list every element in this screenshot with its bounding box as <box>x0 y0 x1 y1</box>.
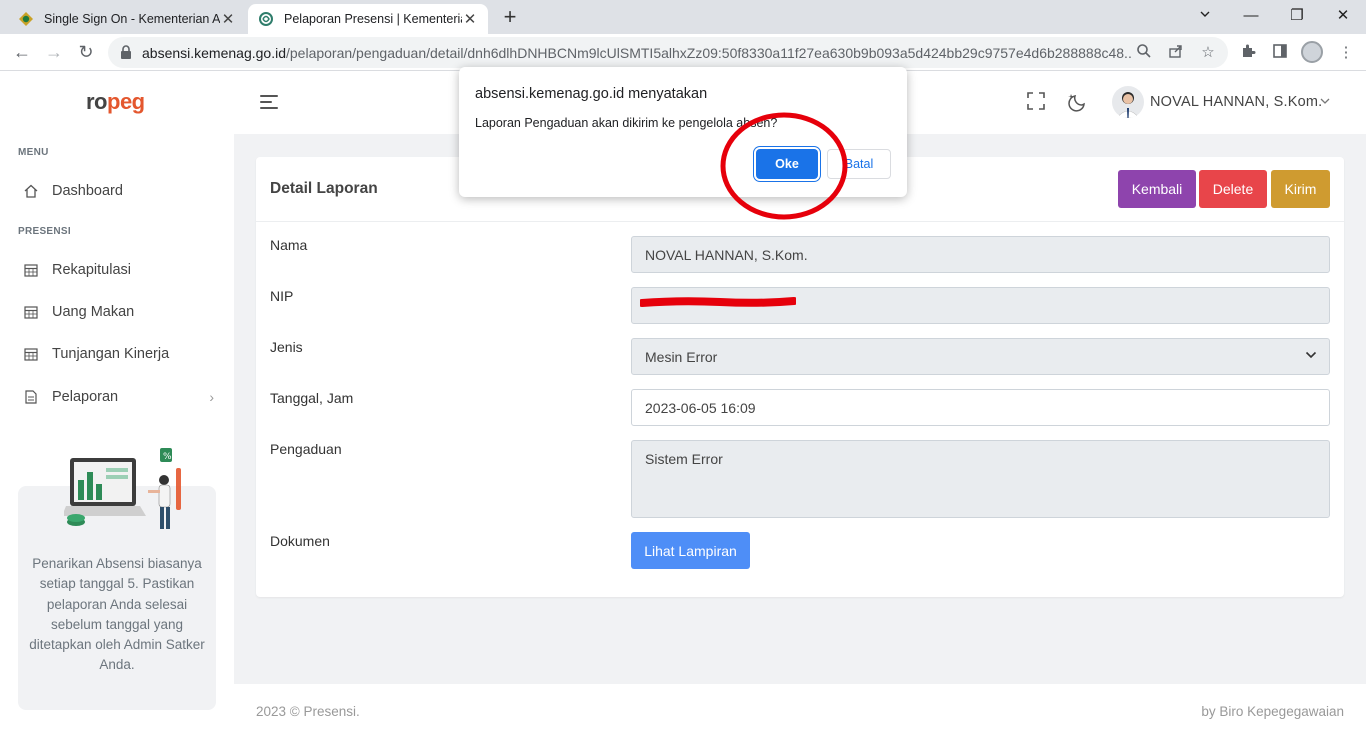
footer-copyright: 2023 © Presensi. <box>256 704 360 719</box>
card-title: Detail Laporan <box>270 180 378 197</box>
bookmark-star-icon[interactable]: ☆ <box>1198 43 1218 63</box>
share-icon[interactable] <box>1166 43 1186 63</box>
back-icon[interactable]: ← <box>10 40 34 64</box>
close-tab-icon[interactable]: ✕ <box>220 10 236 28</box>
promo-card: % Penarikan Absensi biasanya setiap tang… <box>18 448 216 710</box>
detail-laporan-card: Detail Laporan Kembali Delete Kirim Nama… <box>256 157 1344 597</box>
jenis-label: Jenis <box>270 339 303 355</box>
user-name[interactable]: NOVAL HANNAN, S.Kom. <box>1150 94 1322 110</box>
footer: 2023 © Presensi. by Biro Kepegegawaian <box>234 684 1366 738</box>
pengaduan-label: Pengaduan <box>270 441 342 457</box>
kemenag-favicon-icon <box>18 11 34 27</box>
annotation-circle <box>720 112 848 220</box>
dokumen-label: Dokumen <box>270 533 330 549</box>
browser-tabbar: Single Sign On - Kementerian Agama ✕ Pel… <box>0 0 1366 34</box>
tab-search-icon[interactable] <box>1190 4 1220 28</box>
zoom-search-icon[interactable] <box>1134 43 1154 63</box>
sidebar-item-pelaporan[interactable]: Pelaporan › <box>18 382 218 412</box>
browser-tab-title: Pelaporan Presensi | Kementerian Agama <box>284 12 462 26</box>
chevron-down-icon <box>1305 351 1317 359</box>
browser-tab-presensi[interactable]: Pelaporan Presensi | Kementerian Agama ✕ <box>248 4 488 34</box>
url-text: absensi.kemenag.go.id/pelaporan/pengadua… <box>142 45 1132 61</box>
logo-part-ro: ro <box>86 89 108 114</box>
sidebar-item-label: Tunjangan Kinerja <box>52 346 170 362</box>
nama-field[interactable]: NOVAL HANNAN, S.Kom. <box>631 236 1330 273</box>
browser-tab-sso[interactable]: Single Sign On - Kementerian Agama ✕ <box>8 4 246 34</box>
chevron-down-icon[interactable] <box>1319 95 1331 109</box>
kirim-button[interactable]: Kirim <box>1271 170 1330 208</box>
side-panel-icon[interactable] <box>1270 43 1290 63</box>
tanggal-jam-field[interactable]: 2023-06-05 16:09 <box>631 389 1330 426</box>
close-tab-icon[interactable]: ✕ <box>462 10 478 28</box>
sidebar-item-dashboard[interactable]: Dashboard <box>18 176 218 206</box>
sidebar-item-label: Pelaporan <box>52 389 119 405</box>
chevron-right-icon: › <box>209 389 214 405</box>
calendar-icon <box>24 305 38 319</box>
forward-icon[interactable]: → <box>42 40 66 64</box>
section-menu-label: MENU <box>18 147 49 158</box>
delete-button[interactable]: Delete <box>1199 170 1267 208</box>
sidebar-item-tunjangan-kinerja[interactable]: Tunjangan Kinerja <box>18 339 218 369</box>
nip-redaction-mark <box>640 297 796 307</box>
sidebar-item-label: Dashboard <box>52 183 123 199</box>
tanggal-label: Tanggal, Jam <box>270 390 354 406</box>
sidebar-item-label: Uang Makan <box>52 304 135 320</box>
sidebar-item-label: Rekapitulasi <box>52 262 131 278</box>
document-icon <box>24 390 38 404</box>
dialog-title: absensi.kemenag.go.id menyatakan <box>475 86 708 102</box>
address-bar[interactable]: absensi.kemenag.go.id/pelaporan/pengadua… <box>108 37 1228 68</box>
browser-menu-icon[interactable]: ⋮ <box>1336 43 1356 63</box>
lihat-lampiran-button[interactable]: Lihat Lampiran <box>631 532 750 569</box>
home-icon <box>24 184 38 198</box>
user-avatar[interactable] <box>1112 86 1144 118</box>
ropeg-logo[interactable]: ropeg <box>86 89 145 115</box>
reporting-illustration-icon: % <box>64 448 181 529</box>
dark-mode-moon-icon[interactable] <box>1068 92 1088 112</box>
fullscreen-icon[interactable] <box>1027 92 1047 112</box>
minimize-icon[interactable]: — <box>1236 4 1266 28</box>
jenis-selected-value: Mesin Error <box>645 349 718 365</box>
footer-credit: by Biro Kepegegawaian <box>1201 704 1344 719</box>
hamburger-menu-icon[interactable] <box>260 95 278 113</box>
browser-tab-title: Single Sign On - Kementerian Agama <box>44 12 220 26</box>
pengaduan-textarea[interactable]: Sistem Error <box>631 440 1330 518</box>
sidebar: ropeg MENU Dashboard PRESENSI Rekapitula… <box>0 71 234 738</box>
lock-icon <box>120 45 132 62</box>
nama-label: Nama <box>270 237 308 253</box>
browser-toolbar: ← → ↻ absensi.kemenag.go.id/pelaporan/pe… <box>0 34 1366 71</box>
close-window-icon[interactable]: ✕ <box>1328 4 1358 28</box>
svg-text:%: % <box>163 452 172 462</box>
reload-icon[interactable]: ↻ <box>74 40 98 64</box>
sidebar-item-uang-makan[interactable]: Uang Makan <box>18 297 218 327</box>
new-tab-icon[interactable]: + <box>498 6 522 30</box>
browser-profile-avatar[interactable] <box>1301 41 1323 63</box>
restore-icon[interactable]: ❐ <box>1282 4 1312 28</box>
calendar-icon <box>24 347 38 361</box>
app-favicon-icon <box>258 11 274 27</box>
nip-label: NIP <box>270 288 294 304</box>
section-presensi-label: PRESENSI <box>18 226 71 237</box>
sidebar-item-rekapitulasi[interactable]: Rekapitulasi <box>18 255 218 285</box>
promo-text: Penarikan Absensi biasanya setiap tangga… <box>29 556 205 673</box>
extensions-icon[interactable] <box>1238 43 1258 63</box>
kembali-button[interactable]: Kembali <box>1118 170 1196 208</box>
jenis-select[interactable]: Mesin Error <box>631 338 1330 375</box>
calendar-icon <box>24 263 38 277</box>
logo-part-peg: peg <box>107 89 145 114</box>
